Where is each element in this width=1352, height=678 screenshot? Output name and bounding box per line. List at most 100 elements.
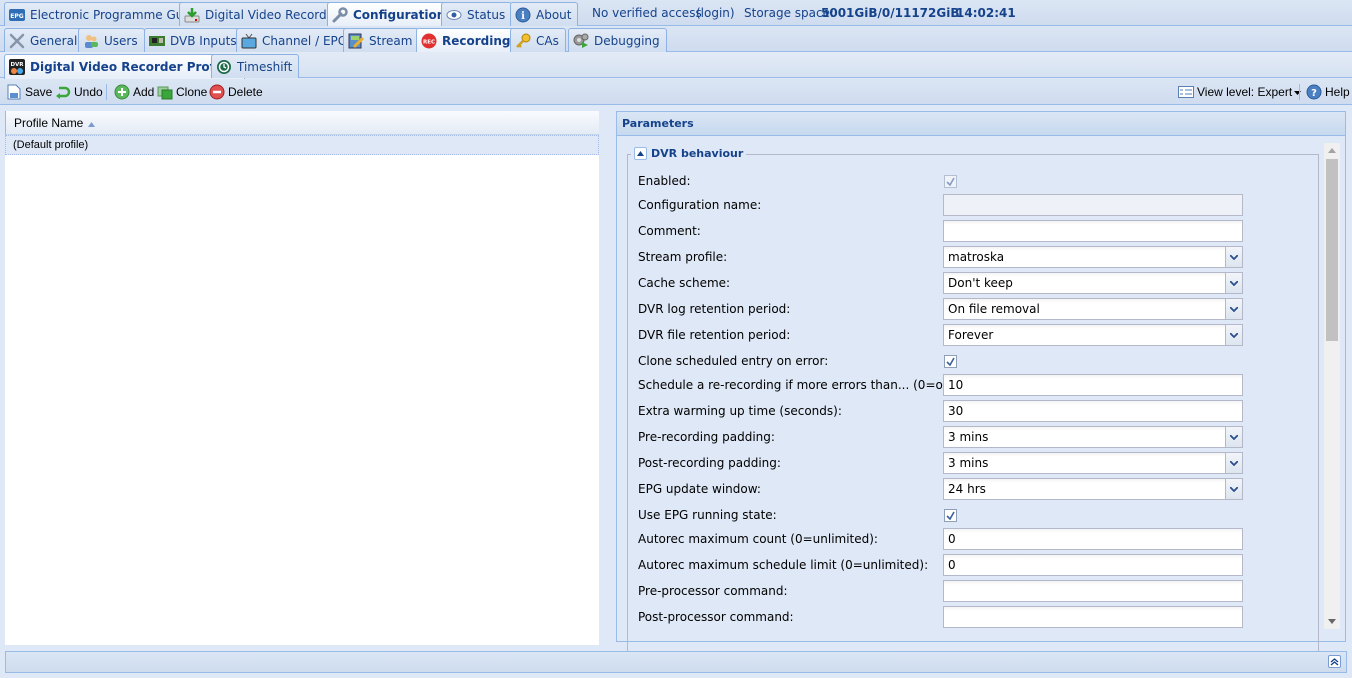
- chevron-down-icon[interactable]: [1225, 273, 1242, 293]
- save-icon: [6, 84, 22, 100]
- rec-icon: REC: [421, 33, 437, 49]
- chevron-down-icon[interactable]: [1225, 325, 1242, 345]
- chevron-down-icon[interactable]: [1225, 479, 1242, 499]
- svg-text:REC: REC: [423, 40, 435, 46]
- select-field[interactable]: 24 hrs: [943, 478, 1243, 500]
- tab-recording[interactable]: REC Recording: [416, 28, 518, 53]
- chevron-down-icon[interactable]: [1225, 453, 1242, 473]
- text-input[interactable]: 0: [943, 554, 1243, 576]
- field-label: DVR file retention period:: [638, 328, 791, 342]
- select-value: 3 mins: [948, 456, 989, 470]
- parameters-scrollbar[interactable]: [1324, 143, 1340, 629]
- tab-label: Users: [104, 33, 138, 48]
- expand-log-button[interactable]: [1328, 655, 1341, 668]
- scroll-up-icon: [1328, 148, 1336, 153]
- select-value: On file removal: [948, 302, 1040, 316]
- field-label: Post-recording padding:: [638, 456, 781, 470]
- column-header-label: Profile Name: [14, 115, 84, 130]
- field-label: Comment:: [638, 224, 701, 238]
- dvr-download-icon: [184, 7, 200, 23]
- select-value: Forever: [948, 328, 994, 342]
- field-label: Extra warming up time (seconds):: [638, 404, 842, 418]
- field-label: Clone scheduled entry on error:: [638, 354, 829, 368]
- add-icon: [114, 84, 130, 100]
- text-input[interactable]: 10: [943, 374, 1243, 396]
- tab-status[interactable]: Status: [441, 2, 513, 26]
- tab-about[interactable]: i About: [510, 2, 579, 26]
- tab-label: Recording: [442, 34, 511, 48]
- collapse-button[interactable]: [634, 147, 647, 160]
- add-label: Add: [133, 85, 155, 99]
- tab-label: About: [536, 7, 572, 22]
- users-icon: [83, 33, 99, 49]
- tab-users[interactable]: Users: [78, 28, 145, 52]
- login-link[interactable]: (login): [696, 6, 735, 20]
- svg-text:?: ?: [1311, 88, 1317, 99]
- gears-icon: [573, 33, 589, 49]
- checkmark-icon: [946, 177, 955, 186]
- tab-general[interactable]: General: [4, 28, 85, 52]
- clone-button[interactable]: Clone: [157, 83, 207, 101]
- select-field[interactable]: 3 mins: [943, 426, 1243, 448]
- view-list-icon: [1178, 84, 1194, 100]
- tab-dvb-inputs[interactable]: DVB Inputs: [144, 28, 244, 52]
- tab-channel-epg[interactable]: Channel / EPG: [236, 28, 355, 52]
- chevron-down-icon[interactable]: [1225, 247, 1242, 267]
- text-input[interactable]: [943, 220, 1243, 242]
- tv-icon: [241, 33, 257, 49]
- text-input[interactable]: 30: [943, 400, 1243, 422]
- select-value: matroska: [948, 250, 1005, 264]
- text-input: [943, 194, 1243, 216]
- select-field[interactable]: matroska: [943, 246, 1243, 268]
- tab-debugging[interactable]: Debugging: [568, 28, 667, 52]
- select-field[interactable]: 3 mins: [943, 452, 1243, 474]
- undo-button[interactable]: Undo: [55, 83, 103, 101]
- tab-timeshift[interactable]: Timeshift: [211, 54, 300, 78]
- access-status: No verified access: [592, 6, 702, 20]
- tab-label: General: [30, 33, 78, 48]
- checkmark-icon: [946, 357, 955, 366]
- text-input[interactable]: [943, 580, 1243, 602]
- select-field[interactable]: Forever: [943, 324, 1243, 346]
- svg-text:EPG: EPG: [10, 13, 23, 20]
- profile-name-cell: (Default profile): [13, 139, 89, 151]
- select-value: 24 hrs: [948, 482, 986, 496]
- parameters-panel: Parameters DVR behaviour Enabled: Configu…: [616, 111, 1346, 654]
- tab-stream[interactable]: Stream: [343, 28, 420, 52]
- tab-label: Channel / EPG: [262, 33, 348, 48]
- select-field[interactable]: On file removal: [943, 298, 1243, 320]
- tab-cas[interactable]: CAs: [510, 28, 566, 52]
- table-row[interactable]: (Default profile): [5, 135, 599, 155]
- field-label: DVR log retention period:: [638, 302, 791, 316]
- toolbar: Save Undo Add Clone Delete View level: E…: [0, 79, 1352, 105]
- save-button[interactable]: Save: [6, 83, 52, 101]
- tab-dvr[interactable]: Digital Video Recorder: [179, 2, 346, 26]
- add-button[interactable]: Add: [114, 83, 154, 101]
- view-level-dropdown[interactable]: View level: Expert: [1178, 83, 1302, 101]
- tab-label: Debugging: [594, 33, 660, 48]
- tab-dvr-profiles[interactable]: DVR Digital Video Recorder Profiles: [4, 54, 245, 79]
- column-header-profile-name[interactable]: Profile Name: [5, 111, 599, 135]
- config-tabbar: General Users DVB Inputs Channel / EPG S…: [0, 26, 1352, 53]
- epg-icon: EPG: [9, 7, 25, 23]
- scrollbar-thumb[interactable]: [1326, 159, 1338, 341]
- field-label: Post-processor command:: [638, 610, 794, 624]
- text-input[interactable]: [943, 606, 1243, 628]
- key-icon: [515, 33, 531, 49]
- view-level-label: View level: Expert: [1197, 85, 1293, 99]
- tab-configuration[interactable]: Configuration: [327, 2, 453, 27]
- checkbox[interactable]: [944, 355, 957, 368]
- timeshift-icon: [216, 59, 232, 75]
- checkbox[interactable]: [944, 509, 957, 522]
- field-label: Configuration name:: [638, 198, 762, 212]
- help-button[interactable]: ? Help: [1306, 83, 1350, 101]
- chevron-down-icon[interactable]: [1225, 299, 1242, 319]
- select-field[interactable]: Don't keep: [943, 272, 1243, 294]
- double-chevron-up-icon: [1330, 658, 1339, 666]
- chevron-down-icon[interactable]: [1225, 427, 1242, 447]
- delete-button[interactable]: Delete: [209, 83, 263, 101]
- tab-label: Digital Video Recorder Profiles: [30, 60, 238, 74]
- select-value: 3 mins: [948, 430, 989, 444]
- delete-icon: [209, 84, 225, 100]
- text-input[interactable]: 0: [943, 528, 1243, 550]
